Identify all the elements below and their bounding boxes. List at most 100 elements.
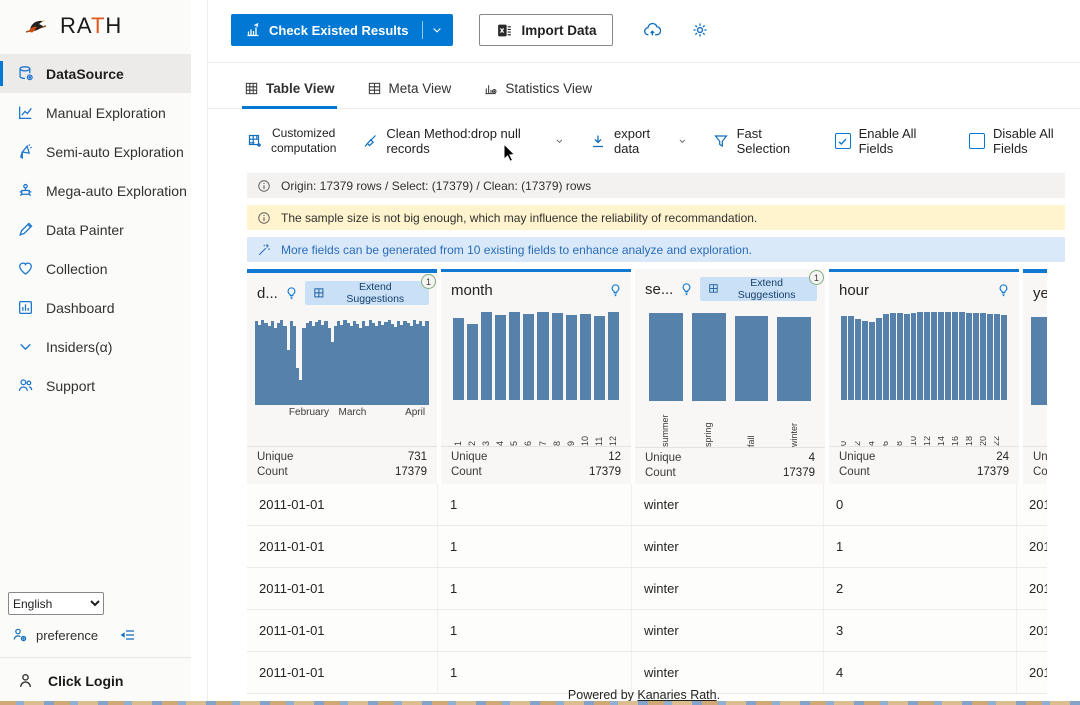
- main-panel: Check Existed Results Import Data Table …: [207, 0, 1080, 705]
- cell-date: 2011-01-01: [247, 568, 438, 609]
- sidebar-item-support[interactable]: Support: [0, 366, 191, 405]
- import-data-button[interactable]: Import Data: [479, 14, 613, 46]
- disable-all-fields-label: Disable All Fields: [993, 126, 1080, 156]
- hist-bar: [841, 316, 847, 400]
- disable-all-fields-checkbox[interactable]: Disable All Fields: [969, 126, 1080, 156]
- cell-hour: 3: [824, 610, 1017, 651]
- preference-label: preference: [36, 628, 98, 643]
- tab-statistics-view[interactable]: Statistics View: [481, 77, 594, 108]
- customized-computation-line2: computation: [271, 141, 336, 156]
- login-label: Click Login: [48, 673, 123, 689]
- extend-suggestions-button[interactable]: Extend Suggestions 1: [700, 277, 817, 301]
- origin-rows-message: Origin: 17379 rows / Select: (17379) / C…: [247, 173, 1065, 198]
- line-chart-icon: [17, 104, 34, 121]
- origin-rows-text: Origin: 17379 rows / Select: (17379) / C…: [281, 179, 591, 193]
- field-stats: Unique731 Count17379: [247, 446, 437, 484]
- tab-meta-view[interactable]: Meta View: [365, 77, 454, 108]
- sidebar-item-label: Collection: [46, 261, 107, 277]
- field-suggestion-message[interactable]: More fields can be generated from 10 exi…: [247, 237, 1065, 262]
- count-label: Count: [451, 466, 482, 478]
- sidebar-item-data-painter[interactable]: Data Painter: [0, 210, 191, 249]
- hist-bar: [523, 314, 534, 400]
- info-icon: [257, 211, 271, 225]
- command-bar: Customized computation Clean Method:drop…: [247, 119, 1080, 163]
- sidebar-item-datasource[interactable]: DataSource: [0, 54, 191, 93]
- check-existed-results-button[interactable]: Check Existed Results: [231, 14, 453, 46]
- preference-row[interactable]: preference: [0, 623, 191, 657]
- clean-method-dropdown[interactable]: Clean Method:drop null records: [362, 126, 564, 156]
- sidebar-item-insiders[interactable]: Insiders(α): [0, 327, 191, 366]
- check-existed-results-label: Check Existed Results: [269, 23, 408, 38]
- field-name: month: [451, 282, 493, 299]
- enable-all-fields-label: Enable All Fields: [859, 126, 943, 156]
- field-histogram: [1023, 309, 1047, 405]
- field-histogram: 0246810121416182022: [829, 304, 1019, 446]
- chevron-down-icon[interactable]: [431, 24, 443, 36]
- unique-label: Unique: [1033, 451, 1047, 463]
- cell-year: 2011: [1017, 526, 1047, 567]
- lightbulb-icon[interactable]: [679, 282, 694, 297]
- login-button[interactable]: Click Login: [0, 657, 191, 705]
- hist-bar: [904, 314, 910, 400]
- tab-label: Statistics View: [505, 81, 592, 96]
- lightbulb-icon[interactable]: [608, 283, 623, 298]
- hist-bar: [911, 313, 917, 400]
- sidebar-item-label: Manual Exploration: [46, 105, 166, 121]
- hist-axis-label: 18: [966, 403, 972, 446]
- hist-bar: [735, 316, 769, 401]
- sidebar-item-label: Data Painter: [46, 222, 124, 238]
- count-label: Count: [645, 467, 676, 479]
- sidebar-item-label: Semi-auto Exploration: [46, 144, 184, 160]
- count-label: Count: [257, 466, 288, 478]
- grid-plus-icon: [247, 133, 263, 149]
- export-data-dropdown[interactable]: export data: [590, 126, 687, 156]
- sidebar-item-mega-auto-exploration[interactable]: Mega-auto Exploration: [0, 171, 191, 210]
- broom-icon: [362, 133, 378, 149]
- hist-bar: [537, 312, 548, 400]
- field-card-hour: hour 0246810121416182022 Unique24 Count1…: [829, 269, 1019, 484]
- kanaries-rath-link[interactable]: Kanaries Rath: [637, 688, 716, 702]
- cloud-upload-icon[interactable]: [643, 21, 661, 39]
- hist-axis-label: 4: [869, 403, 875, 446]
- table-row: 2011-01-01 1 winter 0 2011: [247, 484, 1047, 526]
- sidebar-item-manual-exploration[interactable]: Manual Exploration: [0, 93, 191, 132]
- lightbulb-icon[interactable]: [996, 283, 1011, 298]
- powered-by-text: Powered by: [568, 688, 637, 702]
- hist-bar: [608, 312, 619, 400]
- language-select[interactable]: English: [8, 592, 104, 615]
- extend-suggestions-button[interactable]: Extend Suggestions 1: [305, 281, 429, 305]
- customized-computation-line1: Customized: [271, 126, 336, 141]
- info-icon: [257, 179, 271, 193]
- sidebar-item-semi-auto-exploration[interactable]: Semi-auto Exploration: [0, 132, 191, 171]
- sidebar-item-label: Insiders(α): [46, 339, 112, 355]
- enable-all-fields-checkbox[interactable]: Enable All Fields: [835, 126, 943, 156]
- cell-season: winter: [632, 652, 824, 693]
- hist-bar: [552, 313, 563, 400]
- hist-bar: [987, 314, 993, 400]
- hist-axis-label: 6: [524, 403, 533, 446]
- unique-value: 731: [408, 451, 427, 463]
- hist-axis-label: 0: [841, 403, 847, 446]
- customized-computation-button[interactable]: Customized computation: [247, 126, 336, 156]
- cell-date: 2011-01-01: [247, 526, 438, 567]
- cell-hour: 0: [824, 484, 1017, 525]
- hist-bar: [580, 314, 591, 400]
- hist-bar: [594, 316, 605, 400]
- unique-label: Unique: [645, 452, 681, 464]
- sidebar-item-collection[interactable]: Collection: [0, 249, 191, 288]
- hist-bar: [495, 315, 506, 400]
- hist-axis-label: summer: [661, 404, 670, 447]
- gear-icon[interactable]: [691, 21, 709, 39]
- cell-month: 1: [438, 568, 632, 609]
- view-tabs: Table View Meta View Statistics View: [208, 63, 1080, 109]
- hist-bar: [425, 321, 428, 405]
- fast-selection-button[interactable]: Fast Selection: [713, 126, 809, 156]
- meta-grid-icon: [367, 81, 382, 96]
- lightbulb-icon[interactable]: [284, 286, 299, 301]
- field-stats: Unique24 Count17379: [829, 446, 1019, 484]
- list-settings-icon[interactable]: [120, 627, 136, 643]
- hist-bar: [883, 314, 889, 400]
- sidebar-item-dashboard[interactable]: Dashboard: [0, 288, 191, 327]
- tab-table-view[interactable]: Table View: [242, 77, 337, 108]
- count-label: Count: [839, 466, 870, 478]
